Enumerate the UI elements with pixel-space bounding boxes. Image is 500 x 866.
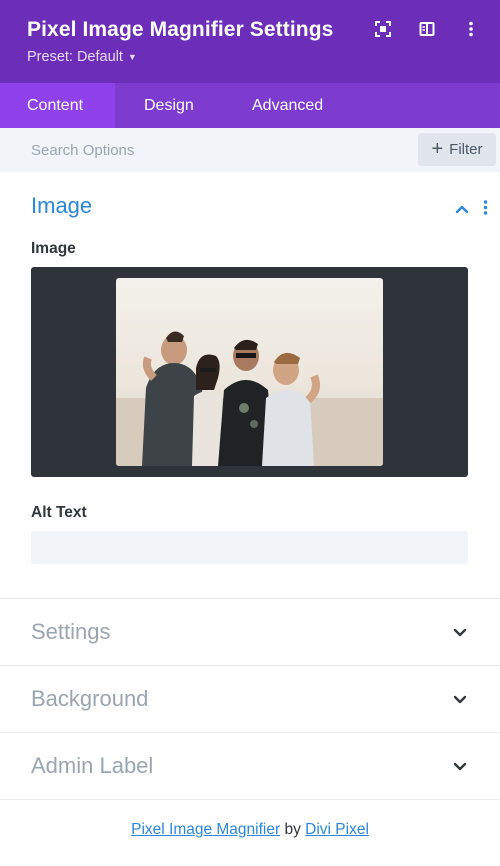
collapsed-sections: Settings Background Admin Label xyxy=(0,598,500,800)
more-vertical-icon[interactable] xyxy=(462,20,480,38)
tab-design[interactable]: Design xyxy=(115,83,227,128)
plus-icon: + xyxy=(431,137,444,160)
tab-content[interactable]: Content xyxy=(0,83,115,128)
caret-down-icon: ▼ xyxy=(127,52,137,62)
section-more-icon[interactable] xyxy=(483,200,488,220)
image-thumbnail xyxy=(116,278,383,466)
author-link[interactable]: Divi Pixel xyxy=(305,821,369,838)
preset-selector[interactable]: Preset: Default ▼ xyxy=(27,49,500,65)
tab-bar: Content Design Advanced xyxy=(0,83,500,128)
credit-by-text: by xyxy=(284,821,301,838)
chevron-down-icon xyxy=(453,692,467,710)
search-options-input[interactable] xyxy=(31,141,331,159)
background-section-toggle[interactable]: Background xyxy=(0,666,500,733)
chevron-up-icon[interactable] xyxy=(455,201,469,219)
background-section-title: Background xyxy=(31,686,149,711)
chevron-down-icon xyxy=(453,759,467,777)
image-field-label: Image xyxy=(31,240,76,257)
settings-section-toggle[interactable]: Settings xyxy=(0,599,500,666)
focus-icon[interactable] xyxy=(374,20,392,38)
image-section: Image Image Alt Text xyxy=(0,172,500,564)
settings-section-title: Settings xyxy=(31,619,111,644)
tab-advanced[interactable]: Advanced xyxy=(227,83,350,128)
settings-header: Pixel Image Magnifier Settings Preset: D… xyxy=(0,0,500,83)
admin-label-section-toggle[interactable]: Admin Label xyxy=(0,733,500,800)
filter-button[interactable]: + Filter xyxy=(418,133,496,166)
admin-label-section-title: Admin Label xyxy=(31,753,154,778)
chevron-down-icon xyxy=(453,625,467,643)
product-link[interactable]: Pixel Image Magnifier xyxy=(131,821,280,838)
image-upload-preview[interactable] xyxy=(31,267,468,477)
search-bar: + Filter xyxy=(0,128,500,172)
section-controls xyxy=(455,200,488,220)
module-credit: Pixel Image Magnifier by Divi Pixel xyxy=(0,821,500,839)
header-actions xyxy=(374,20,480,38)
alt-text-label: Alt Text xyxy=(31,504,87,521)
preset-label: Preset: Default xyxy=(27,49,123,65)
sidebar-layout-icon[interactable] xyxy=(418,20,436,38)
filter-label: Filter xyxy=(449,141,483,158)
image-section-title[interactable]: Image xyxy=(31,172,469,228)
alt-text-input[interactable] xyxy=(31,531,468,564)
